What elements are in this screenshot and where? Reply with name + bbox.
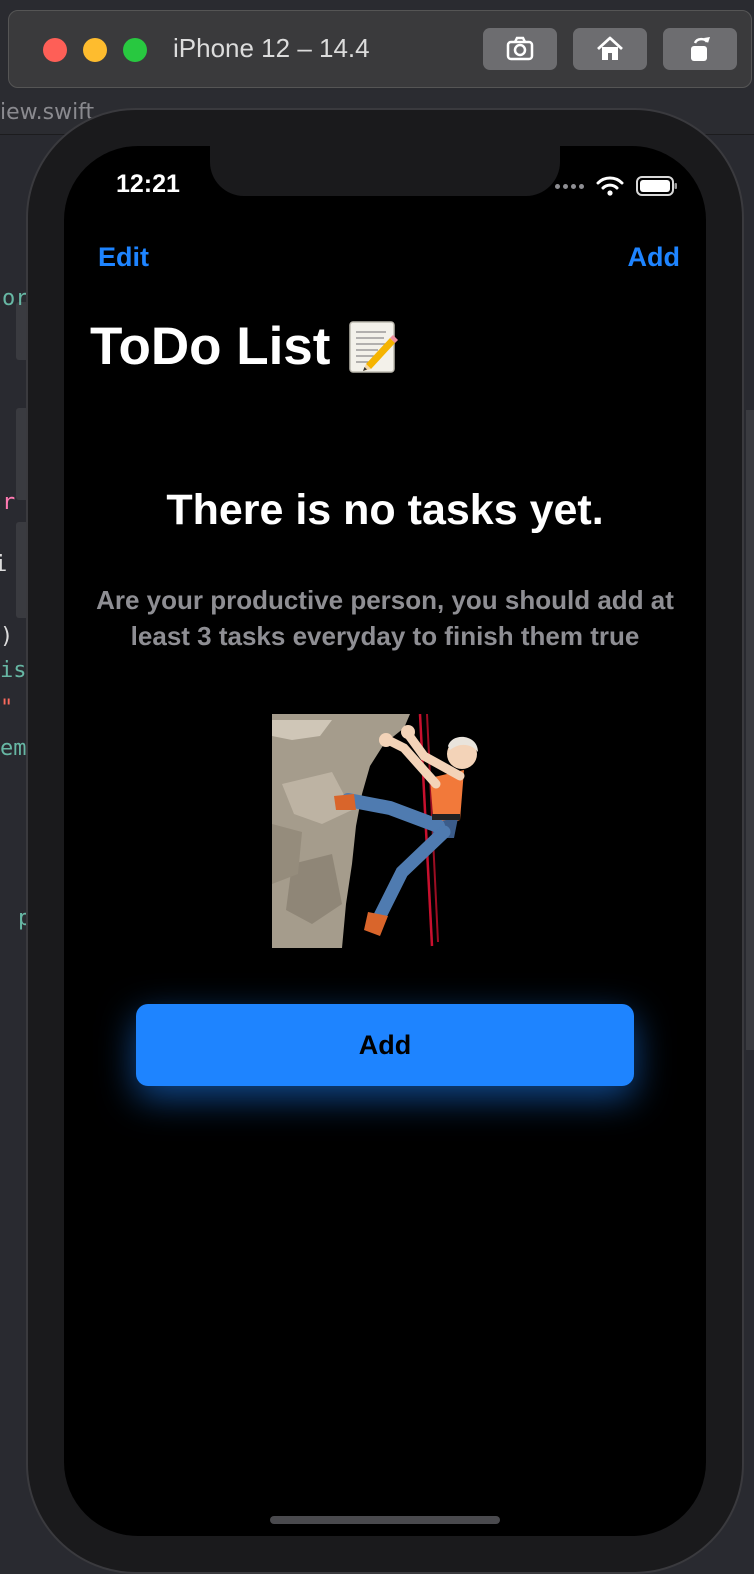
cellular-signal-icon xyxy=(555,183,584,189)
code-fragment: ) xyxy=(0,624,14,649)
code-fragment: i xyxy=(0,552,8,577)
close-window-button[interactable] xyxy=(43,38,67,62)
empty-state-heading: There is no tasks yet. xyxy=(166,486,604,534)
screenshot-icon xyxy=(506,36,534,61)
home-icon xyxy=(597,36,623,60)
memo-icon xyxy=(349,320,399,373)
iphone-screen: 12:21 Edit Add ToDo List There is no tas… xyxy=(64,146,706,1536)
home-indicator xyxy=(270,1516,500,1524)
rotate-icon xyxy=(691,37,710,61)
status-indicators xyxy=(555,174,678,198)
large-title: ToDo List xyxy=(90,316,399,377)
device-notch xyxy=(210,146,560,196)
empty-state-description: Are your productive person, you should a… xyxy=(96,585,674,651)
nav-add-button[interactable]: Add xyxy=(628,242,680,273)
minimize-window-button[interactable] xyxy=(83,38,107,62)
home-button[interactable] xyxy=(573,28,647,70)
code-fragment: r xyxy=(2,490,16,515)
code-fragment: or xyxy=(2,286,29,311)
code-fragment: is xyxy=(0,658,27,683)
page-title: ToDo List xyxy=(90,317,331,376)
zoom-window-button[interactable] xyxy=(123,38,147,62)
simulator-titlebar: iPhone 12 – 14.4 xyxy=(8,10,752,88)
editor-scroll-strip xyxy=(746,410,754,1050)
xcode-breadcrumb: iew.swift xyxy=(0,100,95,125)
add-task-button[interactable]: Add xyxy=(136,1004,634,1086)
rotate-button[interactable] xyxy=(663,28,737,70)
battery-icon xyxy=(636,176,677,196)
screenshot-button[interactable] xyxy=(483,28,557,70)
edit-button[interactable]: Edit xyxy=(98,242,149,273)
wifi-icon xyxy=(596,176,624,196)
simulator-title: iPhone 12 – 14.4 xyxy=(173,33,370,63)
climber-illustration xyxy=(272,714,478,948)
status-time: 12:21 xyxy=(116,170,180,198)
code-fragment: " xyxy=(0,696,14,721)
